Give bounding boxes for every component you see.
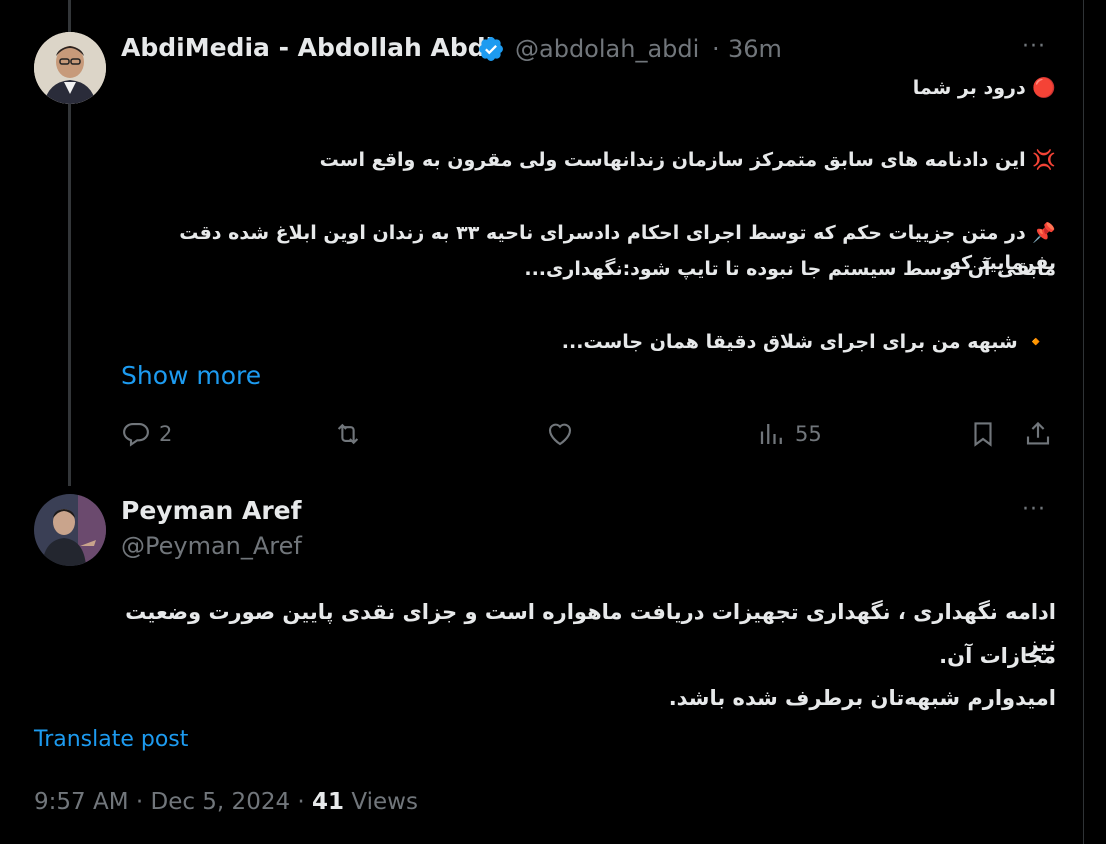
reply-text-line: مجازات آن. — [939, 644, 1056, 668]
orange-diamond-icon: 🔸 — [1024, 331, 1048, 353]
author-handle[interactable]: @Peyman_Aref — [121, 532, 302, 560]
more-options-icon[interactable]: ··· — [1022, 497, 1046, 522]
avatar-abdollah-abdi[interactable] — [34, 32, 106, 104]
share-icon — [1026, 421, 1050, 445]
reply-icon — [123, 422, 149, 447]
meta-separator: · — [135, 789, 144, 815]
reply-count: 2 — [159, 422, 173, 446]
repost-button[interactable] — [333, 419, 363, 449]
post-metadata: 9:57 AM · Dec 5, 2024 · 41 Views — [34, 789, 418, 815]
post-time[interactable]: 9:57 AM — [34, 789, 129, 815]
share-button[interactable] — [1023, 419, 1053, 449]
verified-badge-icon — [477, 35, 505, 63]
time-separator: · — [712, 35, 720, 63]
red-circle-icon: 🔴 — [1032, 77, 1056, 99]
show-more-link[interactable]: Show more — [121, 361, 261, 390]
reply-button[interactable]: 2 — [121, 419, 172, 449]
analytics-icon — [760, 424, 782, 444]
views-button[interactable]: 55 — [757, 419, 822, 449]
bookmark-button[interactable] — [968, 419, 998, 449]
tweet-timestamp[interactable]: 36m — [728, 35, 782, 63]
repost-icon — [337, 423, 359, 445]
avatar-image — [34, 32, 106, 104]
pushpin-icon: 📌 — [1032, 222, 1056, 244]
bookmark-icon — [974, 422, 992, 447]
author-display-name[interactable]: AbdiMedia - Abdollah Abdi — [121, 33, 494, 62]
tweet-line: 💢 این دادنامه های سابق متمرکز سازمان زند… — [319, 149, 1056, 171]
avatar-image — [34, 494, 106, 566]
tweet-line: 🔸 شبهه من برای اجرای شلاق دقیقا همان جاس… — [561, 331, 1048, 353]
tweet-line: 🔴 درود بر شما — [912, 77, 1056, 99]
reply-text-line: امیدوارم شبهه‌تان برطرف شده باشد. — [668, 686, 1056, 710]
meta-separator: · — [297, 789, 305, 815]
views-count: 55 — [795, 422, 822, 446]
anger-icon: 💢 — [1032, 149, 1056, 171]
more-options-icon[interactable]: ··· — [1022, 34, 1046, 59]
tweet-line: مابقی آن توسط سیستم جا نبوده تا تایپ شود… — [524, 258, 1056, 280]
author-display-name[interactable]: Peyman Aref — [121, 496, 302, 525]
views-count: 41 — [312, 789, 345, 815]
views-label: Views — [351, 789, 418, 815]
avatar-peyman-aref[interactable] — [34, 494, 106, 566]
column-border — [1083, 0, 1084, 844]
heart-icon — [548, 423, 572, 446]
post-date[interactable]: Dec 5, 2024 — [150, 789, 290, 815]
author-handle[interactable]: @abdolah_abdi — [515, 35, 699, 63]
translate-post-link[interactable]: Translate post — [34, 727, 188, 752]
like-button[interactable] — [545, 419, 575, 449]
